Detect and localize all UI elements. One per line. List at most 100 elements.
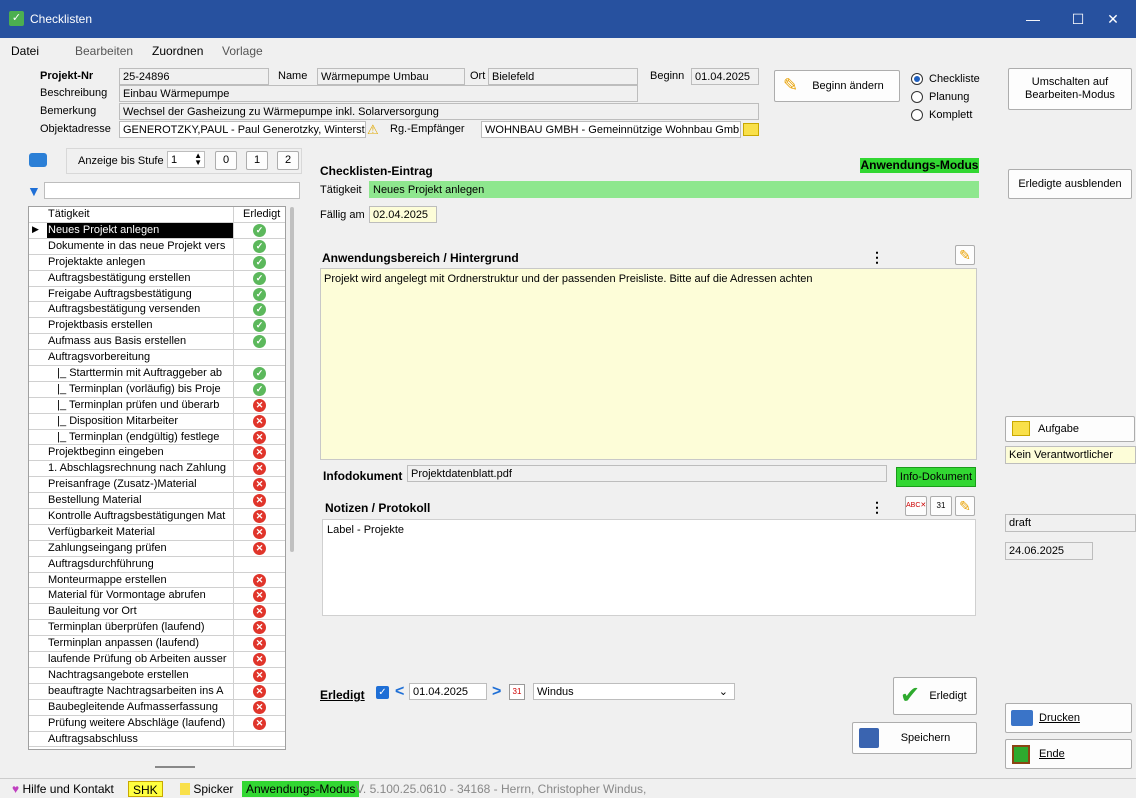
task-row[interactable]: Prüfung weitere Abschläge (laufend) ✕ — [29, 715, 285, 732]
stufe-1-button[interactable]: 1 — [246, 151, 268, 170]
task-row[interactable]: 1. Abschlagsrechnung nach Zahlung ✕ — [29, 461, 285, 478]
objektadresse-field[interactable]: GENEROTZKY,PAUL - Paul Generotzky, Winte… — [119, 121, 366, 138]
notizen-text[interactable]: Label - Projekte — [322, 519, 976, 616]
notizen-menu-icon[interactable]: ⋮ — [870, 499, 884, 516]
open-cross-icon[interactable]: ✕ — [253, 716, 266, 730]
filter-icon[interactable]: ▼ — [27, 183, 41, 199]
stufe-spinner[interactable]: 1 ▲ ▼ — [167, 151, 205, 168]
task-row[interactable]: Preisanfrage (Zusatz-)Material ✕ — [29, 477, 285, 494]
open-cross-icon[interactable]: ✕ — [253, 478, 266, 492]
ort-field[interactable]: Bielefeld — [488, 68, 638, 85]
task-row[interactable]: |_ Terminplan prüfen und überarb ✕ — [29, 397, 285, 414]
task-row[interactable]: Dokumente in das neue Projekt vers ✓ — [29, 238, 285, 255]
open-cross-icon[interactable]: ✕ — [253, 525, 266, 539]
name-field[interactable]: Wärmepumpe Umbau — [317, 68, 465, 85]
done-check-icon[interactable]: ✓ — [253, 255, 266, 269]
anwendung-edit-icon[interactable]: ✎ — [955, 245, 975, 265]
grid-scrollbar[interactable] — [290, 207, 294, 552]
anwendung-text[interactable]: Projekt wird angelegt mit Ordnerstruktur… — [320, 268, 977, 460]
task-row[interactable]: Auftragsvorbereitung — [29, 350, 285, 367]
menu-bearbeiten[interactable]: Bearbeiten — [75, 44, 133, 58]
beginn-field[interactable]: 01.04.2025 — [691, 68, 759, 85]
beginn-aendern-button[interactable]: ✎ Beginn ändern — [774, 70, 900, 102]
open-cross-icon[interactable]: ✕ — [253, 494, 266, 508]
notizen-edit-icon[interactable]: ✎ — [955, 496, 975, 516]
drucken-button[interactable]: Drucken — [1005, 703, 1132, 733]
mode-checkliste-radio[interactable] — [911, 73, 923, 85]
done-check-icon[interactable]: ✓ — [253, 319, 266, 333]
task-row[interactable]: Monteurmappe erstellen ✕ — [29, 572, 285, 589]
task-row[interactable]: Kontrolle Auftragsbestätigungen Mat ✕ — [29, 509, 285, 525]
task-row[interactable]: Bestellung Material ✕ — [29, 493, 285, 510]
task-row[interactable]: Aufmass aus Basis erstellen ✓ — [29, 334, 285, 351]
filter-input[interactable] — [44, 182, 300, 199]
hilfe-kontakt[interactable]: ♥ Hilfe und Kontakt — [8, 781, 118, 797]
mode-planung-radio[interactable] — [911, 91, 923, 103]
info-file-field[interactable]: Projektdatenblatt.pdf — [407, 465, 887, 482]
erledigt-date-field[interactable]: 01.04.2025 — [409, 683, 487, 700]
open-cross-icon[interactable]: ✕ — [253, 510, 266, 524]
stufe-2-button[interactable]: 2 — [277, 151, 299, 170]
close-icon[interactable]: ✕ — [1090, 0, 1136, 38]
task-row[interactable]: ▶ Neues Projekt anlegen ✓ — [29, 223, 285, 239]
task-row[interactable]: |_ Disposition Mitarbeiter ✕ — [29, 413, 285, 430]
eraser-icon[interactable] — [29, 153, 47, 167]
task-row[interactable]: Terminplan anpassen (laufend) ✕ — [29, 636, 285, 653]
verantwortlicher-field[interactable]: Kein Verantwortlicher — [1005, 446, 1136, 464]
anwendung-menu-icon[interactable]: ⋮ — [870, 249, 884, 266]
speichern-button[interactable]: Speichern — [852, 722, 977, 754]
beschreibung-field[interactable]: Einbau Wärmepumpe — [119, 85, 638, 102]
task-row[interactable]: Baubegleitende Aufmasserfassung ✕ — [29, 699, 285, 716]
note-icon[interactable] — [743, 123, 759, 136]
task-row[interactable]: Projektbasis erstellen ✓ — [29, 318, 285, 335]
projekt-nr-field[interactable]: 25-24896 — [119, 68, 269, 85]
task-row[interactable]: |_ Terminplan (vorläufig) bis Proje ✓ — [29, 381, 285, 398]
open-cross-icon[interactable]: ✕ — [253, 605, 266, 619]
calendar-stamp-icon[interactable]: 31 — [930, 496, 952, 516]
open-cross-icon[interactable]: ✕ — [253, 541, 266, 555]
prev-date-icon[interactable]: < — [395, 683, 404, 701]
menu-datei[interactable]: Datei — [11, 44, 39, 58]
spellcheck-icon[interactable]: ABC✕ — [905, 496, 927, 516]
open-cross-icon[interactable]: ✕ — [253, 589, 266, 603]
menu-vorlage[interactable]: Vorlage — [222, 44, 263, 58]
faellig-field[interactable]: 02.04.2025 — [369, 206, 437, 223]
aufgabe-button[interactable]: Aufgabe — [1005, 416, 1135, 442]
open-cross-icon[interactable]: ✕ — [253, 637, 266, 651]
minimize-icon[interactable]: — — [1010, 0, 1056, 38]
calendar-icon[interactable]: 31 — [509, 684, 525, 700]
open-cross-icon[interactable]: ✕ — [253, 700, 266, 714]
open-cross-icon[interactable]: ✕ — [253, 398, 266, 412]
erledigte-ausblenden-button[interactable]: Erledigte ausblenden — [1008, 169, 1132, 199]
task-row[interactable]: Zahlungseingang prüfen ✕ — [29, 540, 285, 557]
erledigt-checkbox[interactable]: ✓ — [376, 686, 389, 699]
draft-field[interactable]: draft — [1005, 514, 1136, 532]
menu-zuordnen[interactable]: Zuordnen — [152, 44, 203, 58]
open-cross-icon[interactable]: ✕ — [253, 446, 266, 460]
splitter-handle[interactable] — [155, 766, 195, 768]
info-dokument-button[interactable]: Info-Dokument — [896, 467, 976, 487]
done-check-icon[interactable]: ✓ — [253, 239, 266, 253]
done-check-icon[interactable]: ✓ — [253, 382, 266, 396]
open-cross-icon[interactable]: ✕ — [253, 414, 266, 428]
done-check-icon[interactable]: ✓ — [253, 303, 266, 317]
col-erledigt[interactable]: Erledigt — [243, 207, 280, 222]
task-row[interactable]: laufende Prüfung ob Arbeiten ausser ✕ — [29, 652, 285, 668]
next-date-icon[interactable]: > — [492, 683, 501, 701]
done-check-icon[interactable]: ✓ — [253, 224, 266, 237]
open-cross-icon[interactable]: ✕ — [253, 621, 266, 635]
task-row[interactable]: beauftragte Nachtragsarbeiten ins A ✕ — [29, 683, 285, 700]
erledigt-button[interactable]: ✔ Erledigt — [893, 677, 977, 715]
task-row[interactable]: Terminplan überprüfen (laufend) ✕ — [29, 620, 285, 637]
ende-button[interactable]: Ende — [1005, 739, 1132, 769]
open-cross-icon[interactable]: ✕ — [253, 430, 266, 444]
task-row[interactable]: Auftragsdurchführung — [29, 556, 285, 573]
done-check-icon[interactable]: ✓ — [253, 287, 266, 301]
rg-empfaenger-field[interactable]: WOHNBAU GMBH - Gemeinnützige Wohnbau Gmb… — [481, 121, 741, 138]
task-row[interactable]: |_ Terminplan (endgültig) festlege ✕ — [29, 429, 285, 446]
open-cross-icon[interactable]: ✕ — [253, 668, 266, 682]
date-field[interactable]: 24.06.2025 — [1005, 542, 1093, 560]
shk-badge[interactable]: SHK — [128, 781, 163, 797]
col-taetigkeit[interactable]: Tätigkeit — [47, 207, 234, 222]
task-row[interactable]: |_ Starttermin mit Auftraggeber ab ✓ — [29, 366, 285, 382]
